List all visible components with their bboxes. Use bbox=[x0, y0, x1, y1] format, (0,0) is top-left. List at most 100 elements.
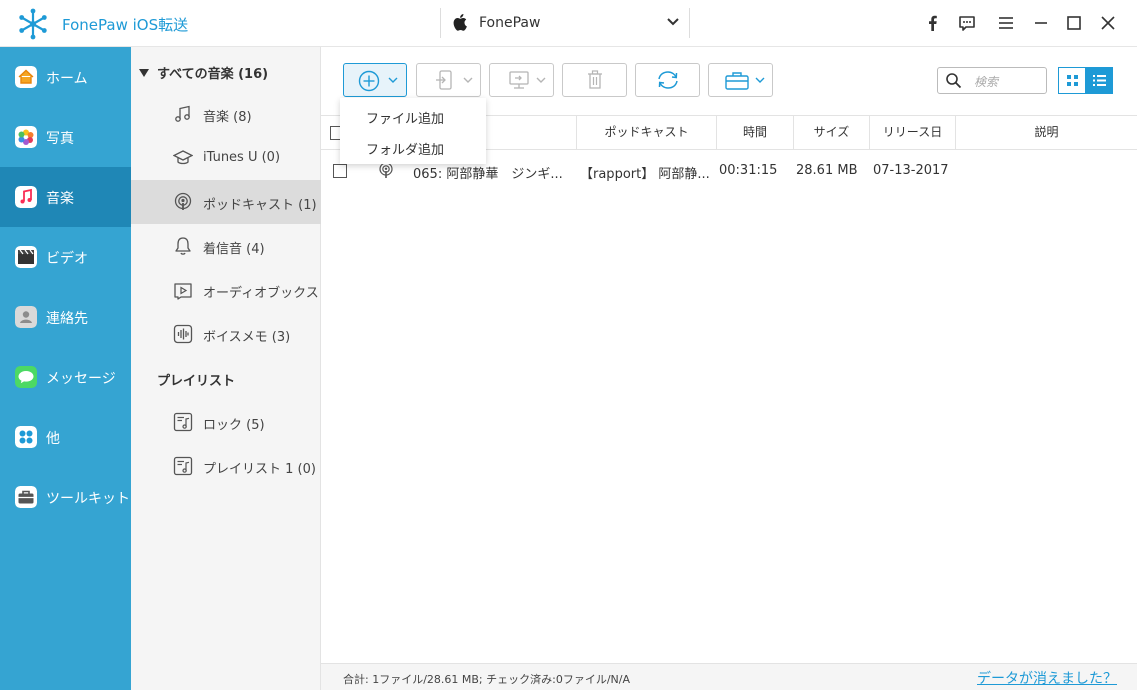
row-podcast: 【rapport】 阿部静... bbox=[580, 167, 710, 182]
export-to-device-button[interactable] bbox=[416, 63, 481, 97]
sidebar-item-label: ビデオ bbox=[46, 251, 88, 267]
sidebar-item-home[interactable]: ホーム bbox=[0, 47, 131, 107]
category-item-label: 着信音 (4) bbox=[203, 242, 265, 257]
delete-button[interactable] bbox=[562, 63, 627, 97]
grid-view-toggle[interactable] bbox=[1058, 67, 1086, 94]
category-item-label: ボイスメモ (3) bbox=[203, 330, 291, 345]
category-item-ringtones[interactable]: 着信音 (4) bbox=[131, 224, 321, 268]
playlist-item-label: プレイリスト 1 (0) bbox=[203, 462, 316, 477]
chevron-down-icon bbox=[667, 18, 679, 26]
category-item-label: iTunes U (0) bbox=[203, 150, 281, 165]
grid-icon bbox=[1067, 75, 1078, 86]
status-summary: 合計: 1ファイル/28.61 MB; チェック済み:0ファイル/N/A bbox=[343, 673, 631, 686]
toolkit-icon bbox=[15, 486, 37, 508]
category-header-label: すべての音楽 (16) bbox=[157, 67, 269, 82]
podcast-icon bbox=[379, 162, 393, 178]
row-name: 065: 阿部静華 ジンギ... bbox=[413, 167, 563, 182]
photos-icon bbox=[15, 126, 37, 148]
sidebar-item-toolkit[interactable]: ツールキット bbox=[0, 467, 131, 527]
category-item-itunes-u[interactable]: iTunes U (0) bbox=[131, 136, 321, 180]
trash-icon bbox=[588, 70, 602, 89]
graduation-cap-icon bbox=[173, 150, 193, 165]
list-view-toggle[interactable] bbox=[1085, 67, 1113, 94]
column-header-release-date[interactable]: リリース日 bbox=[869, 116, 955, 149]
export-device-icon bbox=[436, 70, 452, 90]
search-placeholder: 検索 bbox=[974, 75, 999, 89]
category-item-label: ポッドキャスト (1) bbox=[203, 198, 317, 213]
sidebar-item-contacts[interactable]: 連絡先 bbox=[0, 287, 131, 347]
row-release-date: 07-13-2017 bbox=[873, 163, 949, 178]
maximize-icon[interactable] bbox=[1065, 14, 1083, 32]
category-item-label: オーディオブックス bbox=[203, 286, 319, 301]
refresh-icon bbox=[658, 71, 678, 89]
contacts-icon bbox=[15, 306, 37, 328]
device-name: FonePaw bbox=[479, 15, 541, 31]
column-header-size[interactable]: サイズ bbox=[793, 116, 869, 149]
sidebar-item-messages[interactable]: メッセージ bbox=[0, 347, 131, 407]
messages-icon bbox=[15, 366, 37, 388]
sidebar-item-label: ツールキット bbox=[46, 491, 130, 507]
row-time: 00:31:15 bbox=[719, 163, 778, 178]
other-icon bbox=[15, 426, 37, 448]
video-icon bbox=[15, 246, 37, 268]
sidebar-item-label: メッセージ bbox=[46, 371, 116, 387]
triangle-down-icon bbox=[139, 69, 149, 77]
category-panel: すべての音楽 (16) 音楽 (8) iTunes U (0) ポッドキャスト … bbox=[131, 47, 321, 690]
app-title: FonePaw iOS転送 bbox=[62, 16, 189, 34]
menu-item-add-file[interactable]: ファイル追加 bbox=[366, 108, 444, 127]
sidebar-item-label: 音楽 bbox=[46, 191, 74, 207]
apple-icon bbox=[453, 14, 467, 31]
list-icon bbox=[1093, 75, 1106, 86]
audiobook-icon bbox=[174, 283, 192, 300]
sidebar-item-video[interactable]: ビデオ bbox=[0, 227, 131, 287]
sidebar-item-photos[interactable]: 写真 bbox=[0, 107, 131, 167]
feedback-icon[interactable] bbox=[958, 14, 976, 32]
chevron-down-icon bbox=[463, 77, 473, 83]
row-checkbox[interactable] bbox=[333, 164, 347, 178]
toolbox-button[interactable] bbox=[708, 63, 773, 97]
sidebar-item-label: 連絡先 bbox=[46, 311, 88, 327]
menu-item-add-folder[interactable]: フォルダ追加 bbox=[366, 139, 444, 158]
search-icon bbox=[946, 73, 962, 89]
category-item-music[interactable]: 音楽 (8) bbox=[131, 92, 321, 136]
refresh-button[interactable] bbox=[635, 63, 700, 97]
status-bar: 合計: 1ファイル/28.61 MB; チェック済み:0ファイル/N/A データ… bbox=[321, 663, 1137, 690]
add-button[interactable] bbox=[343, 63, 407, 97]
title-bar: FonePaw iOS転送 FonePaw bbox=[0, 0, 1137, 47]
minimize-icon[interactable] bbox=[1032, 14, 1050, 32]
chevron-down-icon bbox=[755, 77, 765, 83]
toolbox-icon bbox=[725, 72, 749, 90]
plus-circle-icon bbox=[358, 70, 380, 92]
device-selector[interactable]: FonePaw bbox=[440, 8, 690, 38]
playlist-icon bbox=[173, 456, 193, 476]
row-size: 28.61 MB bbox=[796, 163, 858, 178]
playlist-item-playlist-1[interactable]: プレイリスト 1 (0) bbox=[131, 444, 321, 488]
search-box[interactable]: 検索 bbox=[937, 67, 1047, 94]
category-item-voice-memos[interactable]: ボイスメモ (3) bbox=[131, 312, 321, 356]
export-to-pc-button[interactable] bbox=[489, 63, 554, 97]
facebook-icon[interactable] bbox=[924, 14, 942, 32]
column-header-time[interactable]: 時間 bbox=[716, 116, 793, 149]
sidebar: ホーム 写真 音楽 ビデオ 連絡先 メッセージ 他 ツールキット bbox=[0, 47, 131, 690]
close-icon[interactable] bbox=[1099, 14, 1117, 32]
data-lost-link[interactable]: データが消えました？ bbox=[977, 668, 1117, 688]
category-item-podcast[interactable]: ポッドキャスト (1) bbox=[131, 180, 321, 224]
sidebar-item-other[interactable]: 他 bbox=[0, 407, 131, 467]
category-item-label: 音楽 (8) bbox=[203, 110, 252, 125]
column-header-description[interactable]: 説明 bbox=[955, 116, 1137, 149]
column-header-podcast[interactable]: ポッドキャスト bbox=[576, 116, 716, 149]
sidebar-item-music[interactable]: 音楽 bbox=[0, 167, 131, 227]
music-note-icon bbox=[175, 105, 190, 122]
sidebar-item-label: ホーム bbox=[46, 71, 88, 87]
export-pc-icon bbox=[509, 71, 529, 89]
add-dropdown-menu: ファイル追加 フォルダ追加 bbox=[340, 98, 486, 164]
chevron-down-icon bbox=[388, 77, 398, 83]
voice-memo-icon bbox=[173, 324, 193, 344]
menu-icon[interactable] bbox=[997, 14, 1015, 32]
playlist-item-label: ロック (5) bbox=[203, 418, 265, 433]
chevron-down-icon bbox=[536, 77, 546, 83]
playlist-icon bbox=[173, 412, 193, 432]
playlist-item-rock[interactable]: ロック (5) bbox=[131, 400, 321, 444]
category-header[interactable]: すべての音楽 (16) bbox=[139, 63, 268, 82]
category-item-audiobooks[interactable]: オーディオブックス bbox=[131, 268, 321, 312]
